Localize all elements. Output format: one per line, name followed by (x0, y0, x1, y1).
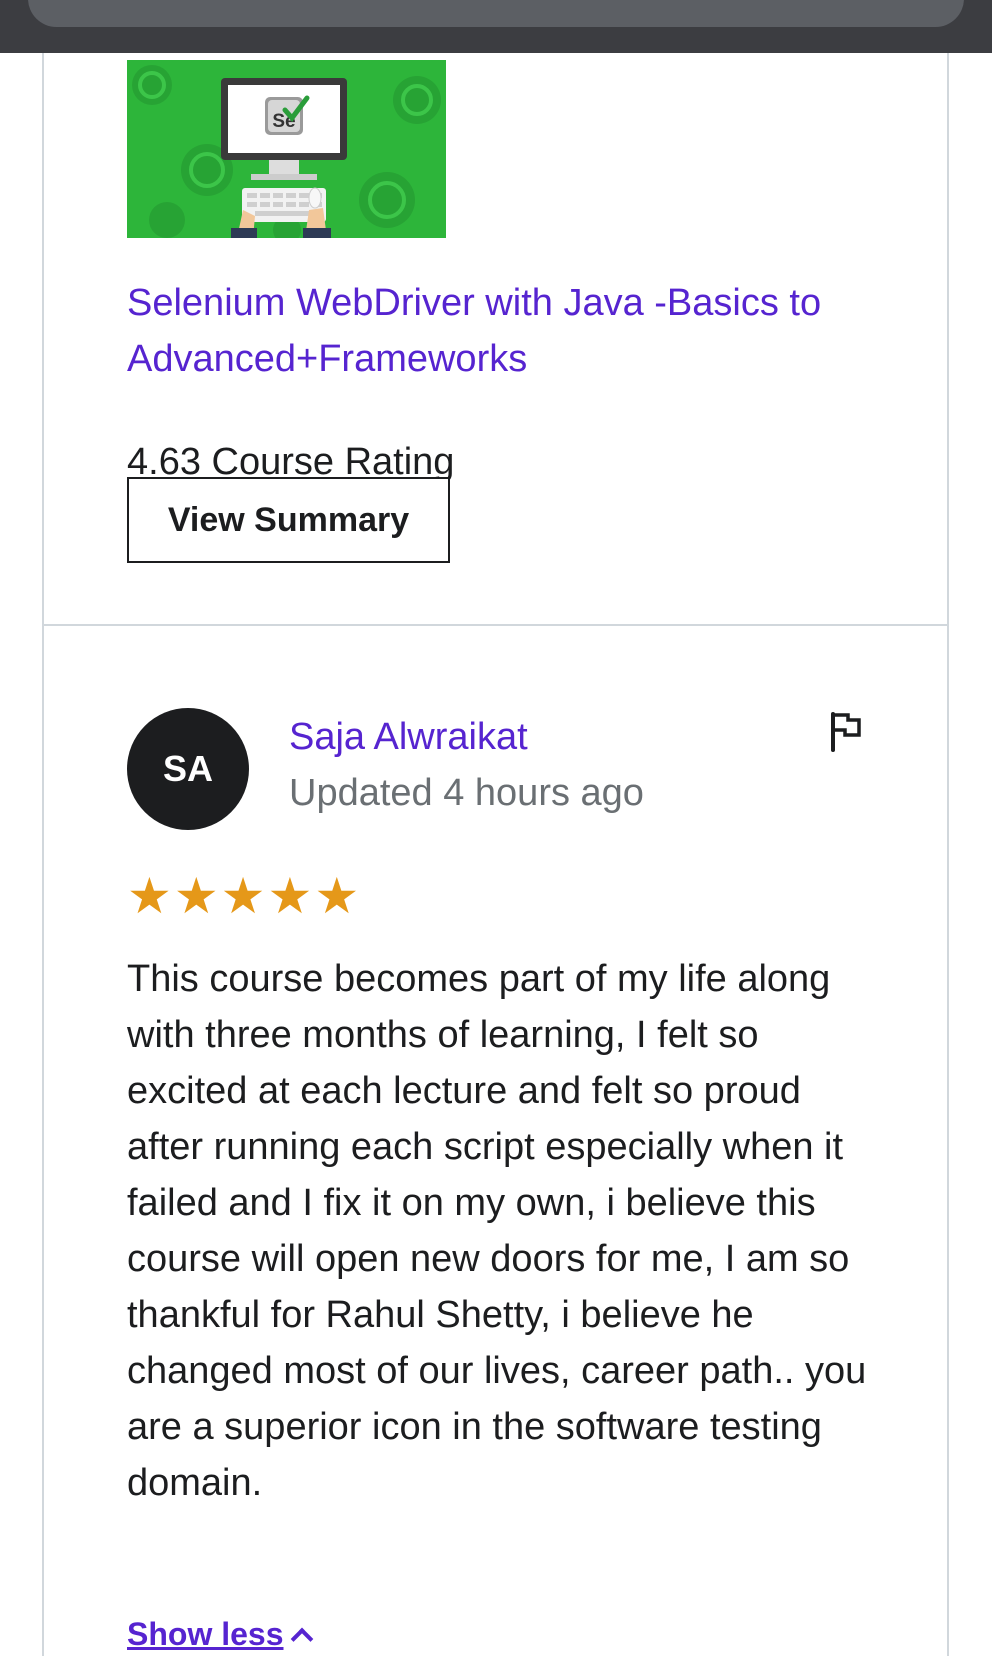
flag-icon[interactable] (826, 710, 866, 754)
star-icon: ★ (267, 868, 313, 924)
review-timestamp: Updated 4 hours ago (289, 772, 644, 814)
reviewer-name-link[interactable]: Saja Alwraikat (289, 711, 528, 763)
star-icon: ★ (173, 868, 219, 924)
show-less-button[interactable]: Show less (127, 1616, 313, 1653)
avatar: SA (127, 708, 249, 830)
star-icon: ★ (220, 868, 266, 924)
view-summary-button[interactable]: View Summary (127, 477, 450, 563)
star-rating: ★ ★ ★ ★ ★ (127, 869, 359, 923)
address-bar[interactable] (28, 0, 964, 27)
review-card: SA Saja Alwraikat Updated 4 hours ago ★ … (42, 626, 949, 1656)
star-icon: ★ (127, 868, 172, 924)
show-less-label: Show less (127, 1616, 284, 1652)
course-thumbnail-illustration: Se (127, 60, 446, 238)
course-card: Se Selenium WebDriver with Java -Basics … (42, 53, 949, 626)
browser-top-bar (0, 0, 992, 53)
course-title-link[interactable]: Selenium WebDriver with Java -Basics to … (127, 275, 867, 387)
star-icon: ★ (314, 868, 360, 924)
chevron-up-icon (290, 1627, 313, 1650)
course-thumbnail[interactable]: Se (127, 60, 446, 238)
review-body: This course becomes part of my life alon… (127, 958, 867, 1504)
